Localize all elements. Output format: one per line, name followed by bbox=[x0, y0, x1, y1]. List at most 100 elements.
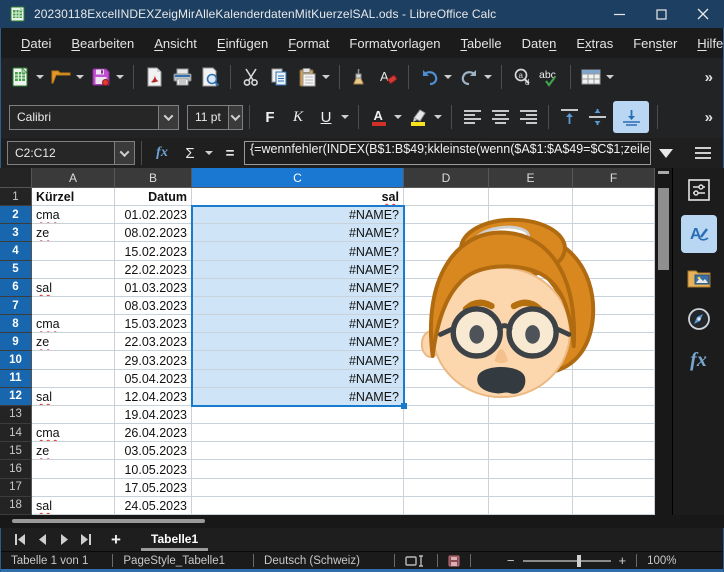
row-header-8[interactable]: 8 bbox=[0, 315, 32, 333]
row-header-4[interactable]: 4 bbox=[0, 242, 32, 260]
minimize-button[interactable] bbox=[598, 0, 640, 28]
cell-a16[interactable] bbox=[32, 460, 115, 478]
cell-c3[interactable]: #NAME? bbox=[192, 224, 404, 242]
align-left-button[interactable] bbox=[460, 103, 484, 131]
cell-b13[interactable]: 19.04.2023 bbox=[115, 406, 192, 424]
cell-a9[interactable]: ze bbox=[32, 333, 115, 351]
zoom-slider-thumb[interactable] bbox=[577, 555, 581, 567]
cell-b12[interactable]: 12.04.2023 bbox=[115, 388, 192, 406]
new-dropdown[interactable] bbox=[36, 75, 44, 79]
row-header-14[interactable]: 14 bbox=[0, 424, 32, 442]
expand-formula-bar-button[interactable] bbox=[659, 149, 673, 158]
cell-c5[interactable]: #NAME? bbox=[192, 261, 404, 279]
cell-b6[interactable]: 01.03.2023 bbox=[115, 279, 192, 297]
new-document-button[interactable] bbox=[9, 63, 33, 91]
row-header-6[interactable]: 6 bbox=[0, 279, 32, 297]
add-sheet-button[interactable]: + bbox=[103, 530, 129, 550]
cell-c10[interactable]: #NAME? bbox=[192, 351, 404, 369]
open-dropdown[interactable] bbox=[76, 75, 84, 79]
grid-corner[interactable] bbox=[0, 168, 32, 188]
cell-b11[interactable]: 05.04.2023 bbox=[115, 370, 192, 388]
center-vertically-button[interactable] bbox=[585, 103, 609, 131]
print-button[interactable] bbox=[170, 63, 194, 91]
save-dropdown[interactable] bbox=[116, 75, 124, 79]
cell-e1[interactable] bbox=[489, 188, 573, 206]
cell-b2[interactable]: 01.02.2023 bbox=[115, 206, 192, 224]
formula-bar-menu-icon[interactable] bbox=[695, 147, 711, 159]
table-grid-button[interactable] bbox=[579, 63, 603, 91]
row-split-handle[interactable] bbox=[658, 171, 669, 174]
row-header-18[interactable]: 18 bbox=[0, 497, 32, 515]
row-header-1[interactable]: 1 bbox=[0, 188, 32, 206]
row-header-5[interactable]: 5 bbox=[0, 261, 32, 279]
cell-c17[interactable] bbox=[192, 479, 404, 497]
cell-e13[interactable] bbox=[489, 406, 573, 424]
formula-equals-button[interactable]: = bbox=[218, 139, 242, 167]
copy-button[interactable] bbox=[267, 63, 291, 91]
export-pdf-button[interactable] bbox=[142, 63, 166, 91]
cell-a11[interactable] bbox=[32, 370, 115, 388]
cell-b5[interactable]: 22.02.2023 bbox=[115, 261, 192, 279]
menu-item-hilfe[interactable]: Hilfe bbox=[687, 32, 724, 55]
align-right-button[interactable] bbox=[516, 103, 540, 131]
menu-item-datei[interactable]: Datei bbox=[11, 32, 61, 55]
cell-c1[interactable]: sal bbox=[192, 188, 404, 206]
menu-item-bearbeiten[interactable]: Bearbeiten bbox=[61, 32, 144, 55]
menu-item-format[interactable]: Format bbox=[278, 32, 339, 55]
cell-f16[interactable] bbox=[573, 460, 655, 478]
cell-c11[interactable]: #NAME? bbox=[192, 370, 404, 388]
clone-formatting-button[interactable] bbox=[348, 63, 372, 91]
cell-b18[interactable]: 24.05.2023 bbox=[115, 497, 192, 515]
horizontal-scrollbar[interactable] bbox=[0, 515, 655, 528]
cell-b14[interactable]: 26.04.2023 bbox=[115, 424, 192, 442]
row-header-17[interactable]: 17 bbox=[0, 479, 32, 497]
highlight-color-button[interactable] bbox=[407, 103, 431, 131]
undo-dropdown[interactable] bbox=[444, 75, 452, 79]
cell-c2[interactable]: #NAME? bbox=[192, 206, 404, 224]
cell-a7[interactable] bbox=[32, 297, 115, 315]
maximize-button[interactable] bbox=[640, 0, 682, 28]
cell-b4[interactable]: 15.02.2023 bbox=[115, 242, 192, 260]
sheet-tab-tabelle1[interactable]: Tabelle1 bbox=[135, 529, 214, 551]
cell-b17[interactable]: 17.05.2023 bbox=[115, 479, 192, 497]
cell-a5[interactable] bbox=[32, 261, 115, 279]
menu-item-daten[interactable]: Daten bbox=[512, 32, 567, 55]
cell-b15[interactable]: 03.05.2023 bbox=[115, 442, 192, 460]
cell-c13[interactable] bbox=[192, 406, 404, 424]
cell-a10[interactable] bbox=[32, 351, 115, 369]
cell-d18[interactable] bbox=[404, 497, 489, 515]
cell-a3[interactable]: ze bbox=[32, 224, 115, 242]
cell-b3[interactable]: 08.02.2023 bbox=[115, 224, 192, 242]
font-size-dropdown[interactable] bbox=[228, 106, 242, 129]
zoom-out-button[interactable]: − bbox=[507, 553, 515, 568]
cell-d13[interactable] bbox=[404, 406, 489, 424]
paste-dropdown[interactable] bbox=[322, 75, 330, 79]
menu-item-einfuegen[interactable]: Einfügen bbox=[207, 32, 278, 55]
row-header-13[interactable]: 13 bbox=[0, 406, 32, 424]
cell-c18[interactable] bbox=[192, 497, 404, 515]
cell-d17[interactable] bbox=[404, 479, 489, 497]
row-header-12[interactable]: 12 bbox=[0, 388, 32, 406]
col-header-a[interactable]: A bbox=[32, 168, 115, 188]
font-size-combo[interactable]: 11 pt bbox=[187, 105, 243, 130]
spelling-button[interactable]: abc bbox=[538, 63, 562, 91]
cell-a2[interactable]: cma bbox=[32, 206, 115, 224]
sidebar-functions-button[interactable]: fx bbox=[681, 344, 717, 376]
cell-a18[interactable]: sal bbox=[32, 497, 115, 515]
col-header-f[interactable]: F bbox=[573, 168, 655, 188]
cell-a15[interactable]: ze bbox=[32, 442, 115, 460]
bold-button[interactable]: F bbox=[258, 103, 282, 131]
select-function-dropdown[interactable] bbox=[205, 151, 213, 155]
vertical-scrollbar[interactable] bbox=[655, 168, 672, 515]
col-header-c[interactable]: C bbox=[192, 168, 404, 188]
cell-a13[interactable] bbox=[32, 406, 115, 424]
previous-sheet-button[interactable] bbox=[31, 531, 53, 549]
formatting-toolbar-overflow[interactable]: » bbox=[705, 109, 723, 126]
underline-button[interactable]: U bbox=[314, 103, 338, 131]
zoom-slider[interactable] bbox=[523, 560, 611, 562]
menu-item-formatvorlagen[interactable]: Formatvorlagen bbox=[339, 32, 450, 55]
align-bottom-button[interactable] bbox=[613, 101, 649, 133]
sidebar-navigator-button[interactable] bbox=[681, 303, 717, 335]
cell-a17[interactable] bbox=[32, 479, 115, 497]
redo-button[interactable] bbox=[457, 63, 481, 91]
